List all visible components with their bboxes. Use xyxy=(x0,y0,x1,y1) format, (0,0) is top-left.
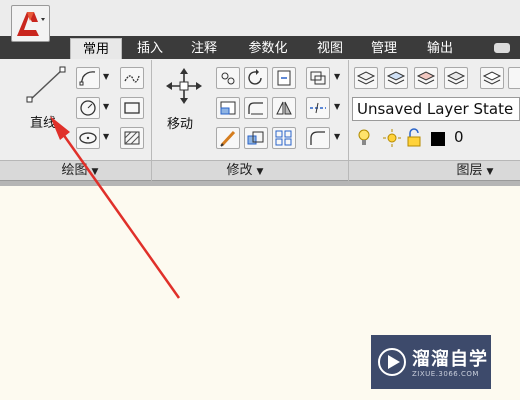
hatch-button[interactable] xyxy=(120,127,144,149)
layer-properties-icon xyxy=(356,71,376,85)
offset-button[interactable] xyxy=(306,67,330,89)
rotate-icon xyxy=(248,69,262,85)
array-icon xyxy=(275,130,292,146)
circle-dropdown-icon[interactable]: ▼ xyxy=(103,102,109,111)
minimize-ribbon-button[interactable] xyxy=(494,43,510,53)
tab-output[interactable]: 输出 xyxy=(418,38,462,59)
line-icon xyxy=(26,66,66,103)
scale-icon xyxy=(247,131,264,145)
erase-button[interactable] xyxy=(216,127,240,149)
spline-icon xyxy=(124,75,140,83)
light-bulb-icon xyxy=(358,129,370,145)
watermark-url: ZIXUE.3066.COM xyxy=(412,370,479,378)
layer-states-button[interactable] xyxy=(384,67,408,89)
tab-insert[interactable]: 插入 xyxy=(128,38,172,59)
layer-states-icon xyxy=(386,71,406,85)
move-tool-button[interactable]: 移动 xyxy=(161,66,209,132)
scale-button[interactable] xyxy=(244,127,268,149)
move-tool-label: 移动 xyxy=(167,117,194,132)
tab-view[interactable]: 视图 xyxy=(308,38,352,59)
layer-unisolate-button[interactable] xyxy=(508,67,520,89)
fillet-button[interactable] xyxy=(244,97,268,119)
rotate-button[interactable] xyxy=(244,67,268,89)
panel-draw-title[interactable]: 绘图 ▼ xyxy=(40,160,120,181)
panel-modify-title[interactable]: 修改 ▼ xyxy=(205,160,285,181)
layer-properties-button[interactable] xyxy=(354,67,378,89)
spline-button[interactable] xyxy=(120,67,144,89)
tab-annotate[interactable]: 注释 xyxy=(182,38,226,59)
arc-icon xyxy=(310,131,325,145)
layer-isolate-button[interactable] xyxy=(480,67,504,89)
offset-dropdown-icon[interactable]: ▼ xyxy=(334,72,340,81)
polyline-dropdown-icon[interactable]: ▼ xyxy=(103,72,109,81)
panel-draw-label: 绘图 xyxy=(61,163,88,178)
pencil-icon xyxy=(220,130,236,147)
stretch-icon xyxy=(220,101,236,115)
copy-button[interactable] xyxy=(216,67,240,89)
layer-state-dropdown[interactable]: Unsaved Layer State xyxy=(352,97,520,121)
lock-icon xyxy=(407,128,421,147)
line-tool-button[interactable]: 直线 xyxy=(22,64,70,131)
chevron-down-icon: ▼ xyxy=(91,167,99,177)
explode-icon xyxy=(310,102,326,114)
chevron-down-icon: ▼ xyxy=(256,167,264,177)
sun-icon xyxy=(383,129,401,147)
panel-title-divider xyxy=(151,161,152,181)
move-icon xyxy=(166,68,202,104)
layer-lock-toggle[interactable] xyxy=(404,128,424,152)
explode-button[interactable] xyxy=(306,97,330,119)
arc-fillet-button[interactable] xyxy=(306,127,330,149)
panel-layers-title[interactable]: 图层 ▼ xyxy=(435,160,515,181)
ellipse-button[interactable] xyxy=(76,127,100,149)
mirror-button[interactable] xyxy=(272,97,296,119)
offset-icon xyxy=(310,71,326,85)
panel-modify-label: 修改 xyxy=(226,163,253,178)
trim-icon xyxy=(277,70,291,86)
play-logo-icon xyxy=(378,348,406,376)
watermark-name: 溜溜自学 xyxy=(412,349,488,370)
circle-button[interactable] xyxy=(76,97,100,119)
title-bar xyxy=(0,0,520,38)
current-layer-name[interactable]: 0 xyxy=(454,128,464,146)
tab-manage[interactable]: 管理 xyxy=(362,38,406,59)
polyline-button[interactable] xyxy=(76,67,100,89)
copy-icon xyxy=(221,72,235,85)
polyline-icon xyxy=(79,71,96,86)
arc-fillet-dropdown-icon[interactable]: ▼ xyxy=(334,132,340,141)
tab-home[interactable]: 常用 xyxy=(70,38,122,59)
chevron-down-icon: ▼ xyxy=(486,167,494,177)
layer-match-button[interactable] xyxy=(414,67,438,89)
layer-match-icon xyxy=(416,71,436,85)
panel-title-divider xyxy=(348,161,349,181)
line-tool-label: 直线 xyxy=(30,116,57,131)
layer-color-swatch[interactable] xyxy=(431,132,445,146)
layer-freeze-toggle[interactable] xyxy=(382,128,402,152)
trim-button[interactable] xyxy=(272,67,296,89)
layer-previous-icon xyxy=(446,71,466,85)
stretch-button[interactable] xyxy=(216,97,240,119)
application-menu-button[interactable] xyxy=(11,5,50,42)
ellipse-dropdown-icon[interactable]: ▼ xyxy=(103,132,109,141)
tab-parametric[interactable]: 参数化 xyxy=(238,38,298,59)
autocad-logo-icon xyxy=(17,12,45,36)
mirror-icon xyxy=(276,101,292,115)
circle-icon xyxy=(80,100,96,116)
ellipse-icon xyxy=(79,132,97,144)
layer-on-toggle[interactable] xyxy=(356,128,372,152)
layer-previous-button[interactable] xyxy=(444,67,468,89)
hatch-icon xyxy=(124,131,140,145)
rectangle-button[interactable] xyxy=(120,97,144,119)
panel-layers-label: 图层 xyxy=(456,163,483,178)
explode-dropdown-icon[interactable]: ▼ xyxy=(334,102,340,111)
array-button[interactable] xyxy=(272,127,296,149)
layer-isolate-icon xyxy=(482,71,502,85)
rectangle-icon xyxy=(124,102,140,114)
fillet-icon xyxy=(248,102,263,115)
